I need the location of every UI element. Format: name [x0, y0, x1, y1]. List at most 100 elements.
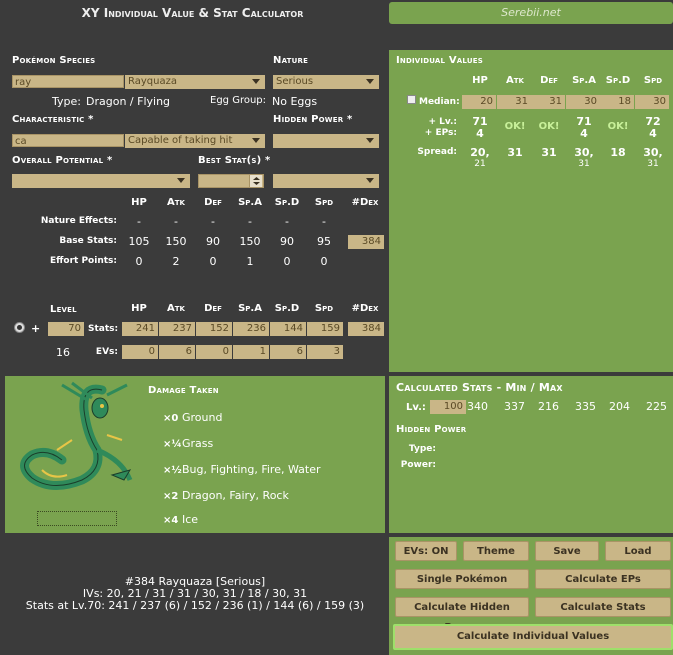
- header-dex: #Dex: [351, 303, 379, 314]
- stats-label: Stats:: [88, 324, 119, 334]
- effort-point: 1: [246, 255, 254, 268]
- nature-effect: -: [211, 215, 215, 228]
- stat-input-def[interactable]: 152: [196, 322, 232, 336]
- damage-types: Ice: [182, 513, 199, 526]
- damage-row-2: ×½Bug, Fighting, Fire, Water: [163, 463, 321, 476]
- ep-hp: 4: [476, 127, 484, 140]
- dex-number-field[interactable]: 384: [348, 235, 384, 249]
- calc-stat-spd: 204: [609, 400, 630, 413]
- stat-input-spd[interactable]: 144: [270, 322, 306, 336]
- base-stat: 150: [239, 235, 261, 248]
- damage-types: Bug, Fighting, Fire, Water: [182, 463, 321, 476]
- ev-input-spd[interactable]: 6: [270, 345, 306, 359]
- ev-input-hp[interactable]: 0: [122, 345, 158, 359]
- ev-input-spa[interactable]: 1: [233, 345, 269, 359]
- spread-def: 31: [541, 146, 557, 159]
- spread-spe-2: 31: [647, 159, 659, 169]
- nature-label: Nature: [273, 55, 309, 66]
- median-iv-hp[interactable]: 20: [462, 95, 496, 109]
- median-checkbox[interactable]: [407, 95, 416, 104]
- stat-input-hp[interactable]: 241: [122, 322, 158, 336]
- median-label: Median:: [419, 97, 460, 107]
- hidden-power-title: Hidden Power: [396, 424, 467, 435]
- save-button[interactable]: Save: [535, 541, 599, 561]
- spread-spe: 30,: [643, 146, 663, 159]
- header-dex: #Dex: [351, 197, 379, 208]
- sprite-caption-box: [37, 511, 117, 526]
- median-iv-spd[interactable]: 18: [600, 95, 634, 109]
- damage-row-1: ×¼Grass: [163, 437, 213, 450]
- stat-input-spe[interactable]: 159: [307, 322, 343, 336]
- ev-input-def[interactable]: 0: [196, 345, 232, 359]
- damage-mult: ×0: [163, 413, 179, 424]
- damage-mult: ×4: [163, 515, 179, 526]
- median-iv-spe[interactable]: 30: [635, 95, 669, 109]
- load-button[interactable]: Load: [605, 541, 671, 561]
- calculate-eps-button[interactable]: Calculate EPs: [535, 569, 671, 589]
- stat-input-atk[interactable]: 237: [159, 322, 195, 336]
- egg-group-value: No Eggs: [272, 95, 318, 108]
- nature-effect: -: [285, 215, 289, 228]
- evs-toggle-button[interactable]: EVs: ON: [395, 541, 457, 561]
- hp-type-label: Type:: [408, 444, 436, 454]
- lv-atk: OK!: [504, 121, 526, 132]
- ev-input-spe[interactable]: 3: [307, 345, 343, 359]
- best-stats-select[interactable]: [273, 174, 379, 188]
- hp-power-label: Power:: [400, 460, 436, 470]
- median-iv-atk[interactable]: 31: [497, 95, 531, 109]
- damage-row-4: ×4 Ice: [163, 513, 198, 526]
- nature-effect: -: [322, 215, 326, 228]
- median-iv-def[interactable]: 31: [531, 95, 565, 109]
- nature-select[interactable]: Serious: [273, 75, 379, 89]
- hidden-power-select[interactable]: [273, 134, 379, 148]
- lv-spd: OK!: [607, 121, 629, 132]
- header-def: Def: [204, 197, 222, 208]
- app-title: XY Individual Value & Stat Calculator: [81, 6, 304, 20]
- calc-stat-def: 216: [538, 400, 559, 413]
- single-pokemon-button[interactable]: Single Pokémon: [395, 569, 529, 589]
- characteristic-label: Characteristic *: [12, 114, 94, 125]
- damage-mult: ×½: [163, 465, 182, 476]
- effort-point: 0: [320, 255, 328, 268]
- type-value: Dragon / Flying: [86, 95, 171, 108]
- summary-stats: Stats at Lv.70: 241 / 237 (6) / 152 / 23…: [25, 599, 365, 612]
- header-spd: Sp.D: [274, 197, 300, 208]
- ev-count: 16: [56, 346, 70, 359]
- calc-stat-hp: 340: [467, 400, 488, 413]
- characteristic-select[interactable]: Capable of taking hit: [125, 134, 265, 148]
- characteristic-search-input[interactable]: ca: [12, 134, 124, 147]
- theme-button[interactable]: Theme: [463, 541, 529, 561]
- species-search-input[interactable]: ray: [12, 75, 124, 88]
- stats-mode-radio[interactable]: [14, 322, 25, 333]
- spinner-arrows-icon[interactable]: [249, 175, 262, 187]
- ev-input-atk[interactable]: 6: [159, 345, 195, 359]
- spread-label: Spread:: [417, 147, 457, 157]
- add-stats-row-button[interactable]: +: [31, 322, 40, 335]
- calculate-hidden-power-button[interactable]: Calculate Hidden Power: [395, 597, 529, 633]
- base-stat: 90: [280, 235, 294, 248]
- median-iv-spa[interactable]: 30: [566, 95, 600, 109]
- base-stats-label: Base Stats:: [59, 236, 117, 246]
- effort-point: 0: [209, 255, 217, 268]
- damage-types: Dragon, Fairy, Rock: [182, 489, 289, 502]
- calculate-stats-button[interactable]: Calculate Stats: [535, 597, 671, 617]
- calculate-ivs-button[interactable]: Calculate Individual Values: [393, 624, 673, 650]
- overall-potential-select[interactable]: [12, 174, 190, 188]
- stats-dex-field[interactable]: 384: [348, 322, 384, 336]
- egg-group-label: Egg Group:: [210, 95, 267, 106]
- pokemon-sprite: [12, 380, 137, 500]
- stat-input-spa[interactable]: 236: [233, 322, 269, 336]
- damage-row-0: ×0 Ground: [163, 411, 222, 424]
- header-hp: HP: [131, 197, 147, 208]
- species-label: Pokémon Species: [12, 55, 96, 66]
- best-stats-label: Best Stat(s) *: [198, 155, 271, 166]
- base-stat: 150: [165, 235, 187, 248]
- serebii-link[interactable]: Serebii.net: [389, 2, 673, 24]
- calc-level-input[interactable]: 100: [430, 400, 466, 414]
- iv-header-hp: HP: [472, 75, 488, 86]
- header-spe: Spd: [314, 197, 334, 208]
- ep-spa: 4: [580, 127, 588, 140]
- header-hp: HP: [131, 303, 147, 314]
- level-input[interactable]: 70: [48, 322, 84, 336]
- species-select[interactable]: Rayquaza: [125, 75, 265, 89]
